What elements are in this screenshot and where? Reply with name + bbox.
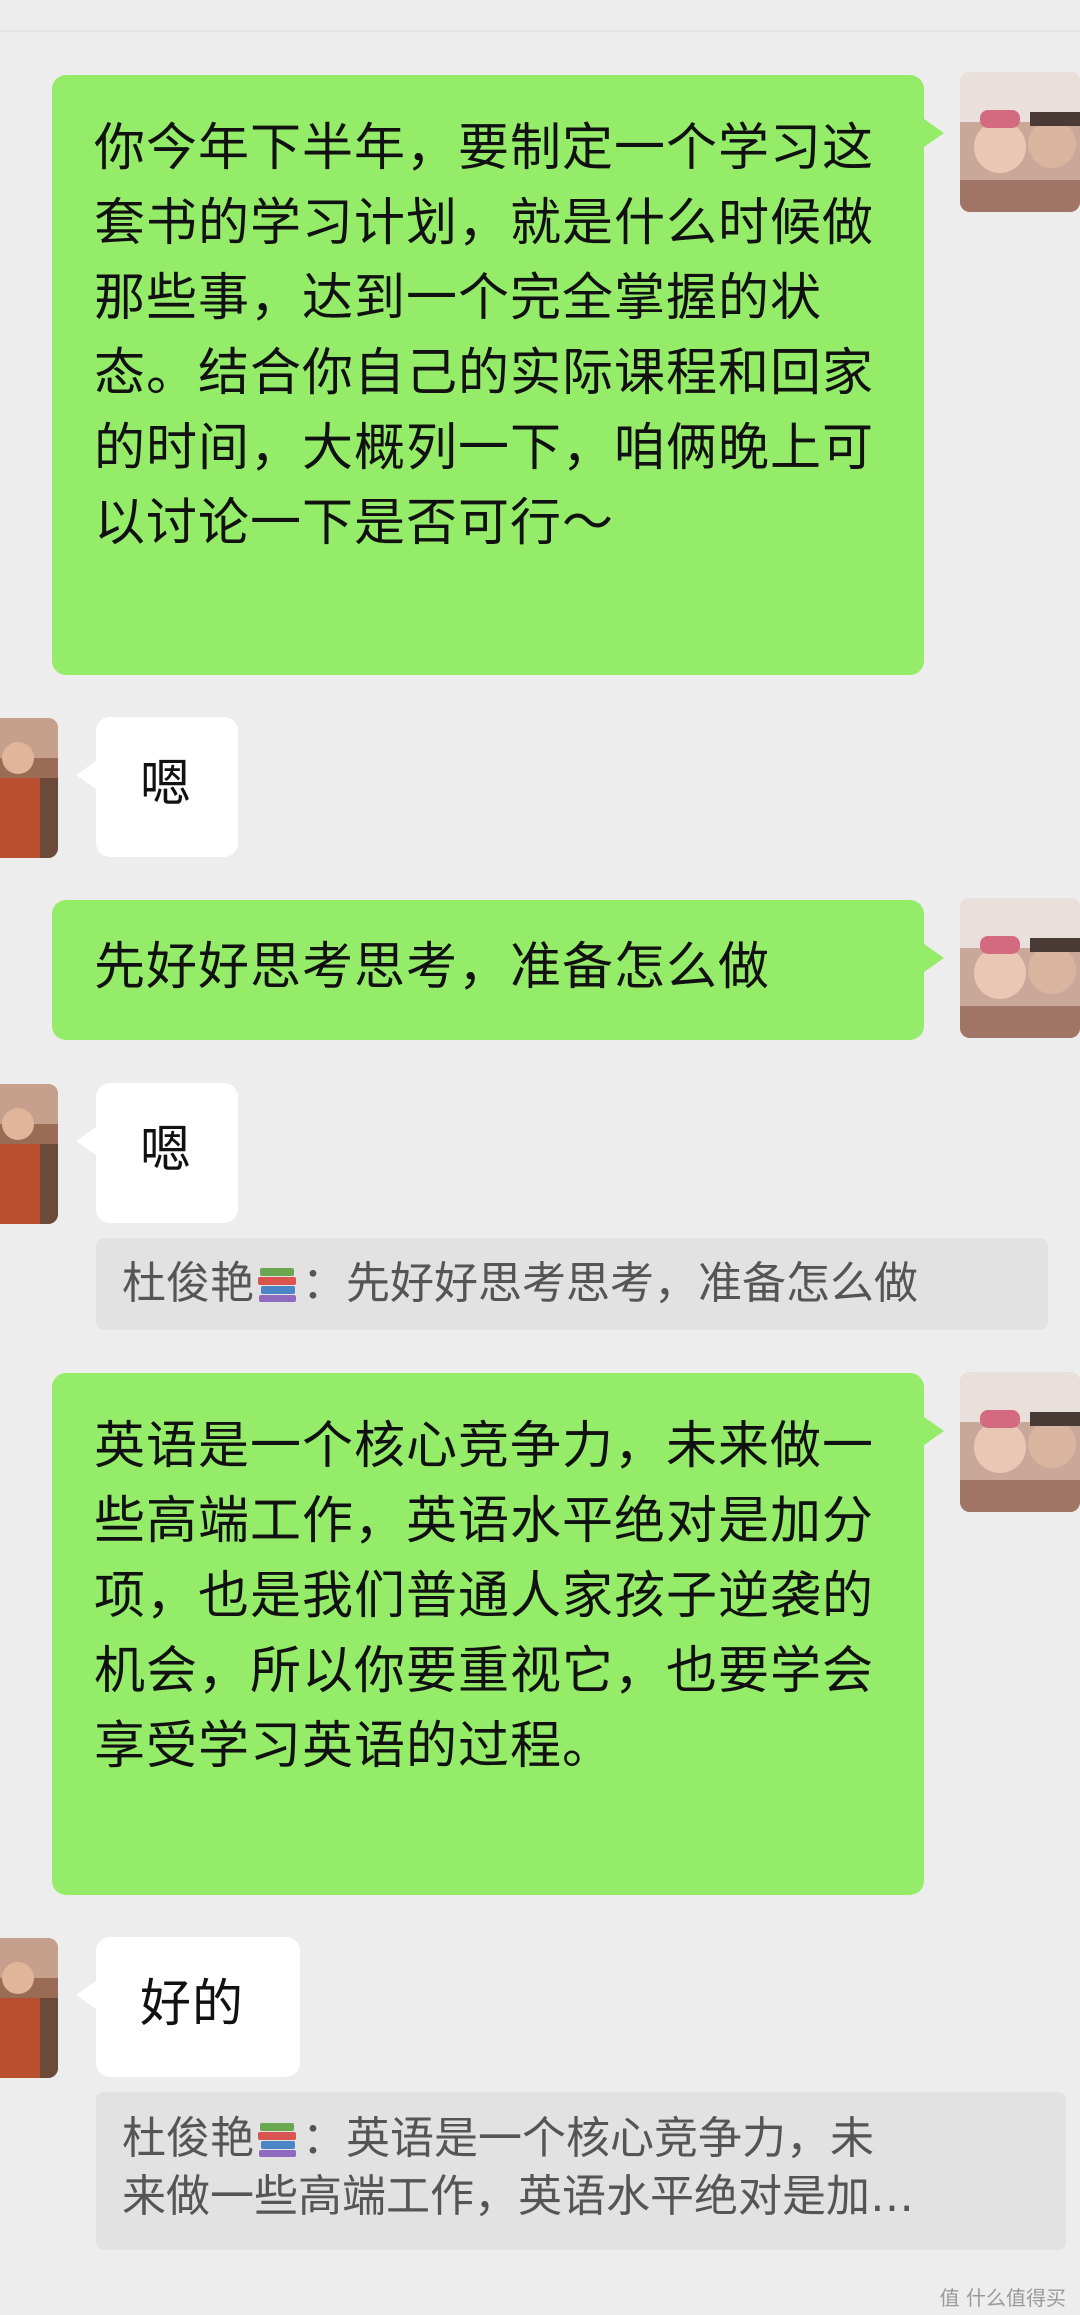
message-text: 嗯 [140,1121,193,1180]
my-avatar[interactable] [960,1372,1080,1512]
my-avatar-image [960,1372,1080,1512]
books-icon [256,2119,300,2159]
message-text: 你今年下半年，要制定一个学习这套书的学习计划，就是什么时候做那些事，达到一个完全… [94,119,875,553]
my-avatar-image [960,72,1080,212]
message-bubble-sent[interactable]: 英语是一个核心竞争力，未来做一些高端工作，英语水平绝对是加分项，也是我们普通人家… [52,1373,944,1895]
contact-avatar-image [0,1938,58,2078]
message-text: 好的 [140,1975,245,2034]
message-bubble-received[interactable]: 嗯 [76,1083,238,1223]
message-bubble-sent[interactable]: 先好好思考思考，准备怎么做 [52,900,944,1040]
contact-avatar[interactable] [0,718,58,858]
message-text: 英语是一个核心竞争力，未来做一些高端工作，英语水平绝对是加分项，也是我们普通人家… [94,1417,875,1776]
message-text: 嗯 [140,755,193,814]
contact-avatar-image [0,718,58,858]
message-bubble-sent[interactable]: 你今年下半年，要制定一个学习这套书的学习计划，就是什么时候做那些事，达到一个完全… [52,75,944,675]
contact-avatar[interactable] [0,1084,58,1224]
quote-text: ：先好好思考思考，准备怎么做 [302,1258,918,1309]
message-bubble-received[interactable]: 好的 [76,1937,300,2077]
quote-sender-name: 杜俊艳 [122,1258,254,1309]
contact-avatar-image [0,1084,58,1224]
message-text: 先好好思考思考，准备怎么做 [94,938,771,997]
my-avatar-image [960,898,1080,1038]
quote-line-1: 杜俊艳 ：英语是一个核心竞争力，未 [122,2110,1040,2168]
my-avatar[interactable] [960,72,1080,212]
quote-line-2: 来做一些高端工作，英语水平绝对是加… [122,2171,914,2222]
quoted-reply[interactable]: 杜俊艳 ：先好好思考思考，准备怎么做 [96,1238,1048,1330]
top-divider [0,30,1080,32]
quote-sender-name: 杜俊艳 [122,2113,254,2164]
watermark: 值 什么值得买 [939,2286,1066,2310]
quoted-reply[interactable]: 杜俊艳 ：英语是一个核心竞争力，未 来做一些高端工作，英语水平绝对是加… [96,2092,1066,2250]
my-avatar[interactable] [960,898,1080,1038]
quote-text: ：英语是一个核心竞争力，未 [302,2113,874,2164]
message-bubble-received[interactable]: 嗯 [76,717,238,857]
books-icon [256,1264,300,1304]
contact-avatar[interactable] [0,1938,58,2078]
